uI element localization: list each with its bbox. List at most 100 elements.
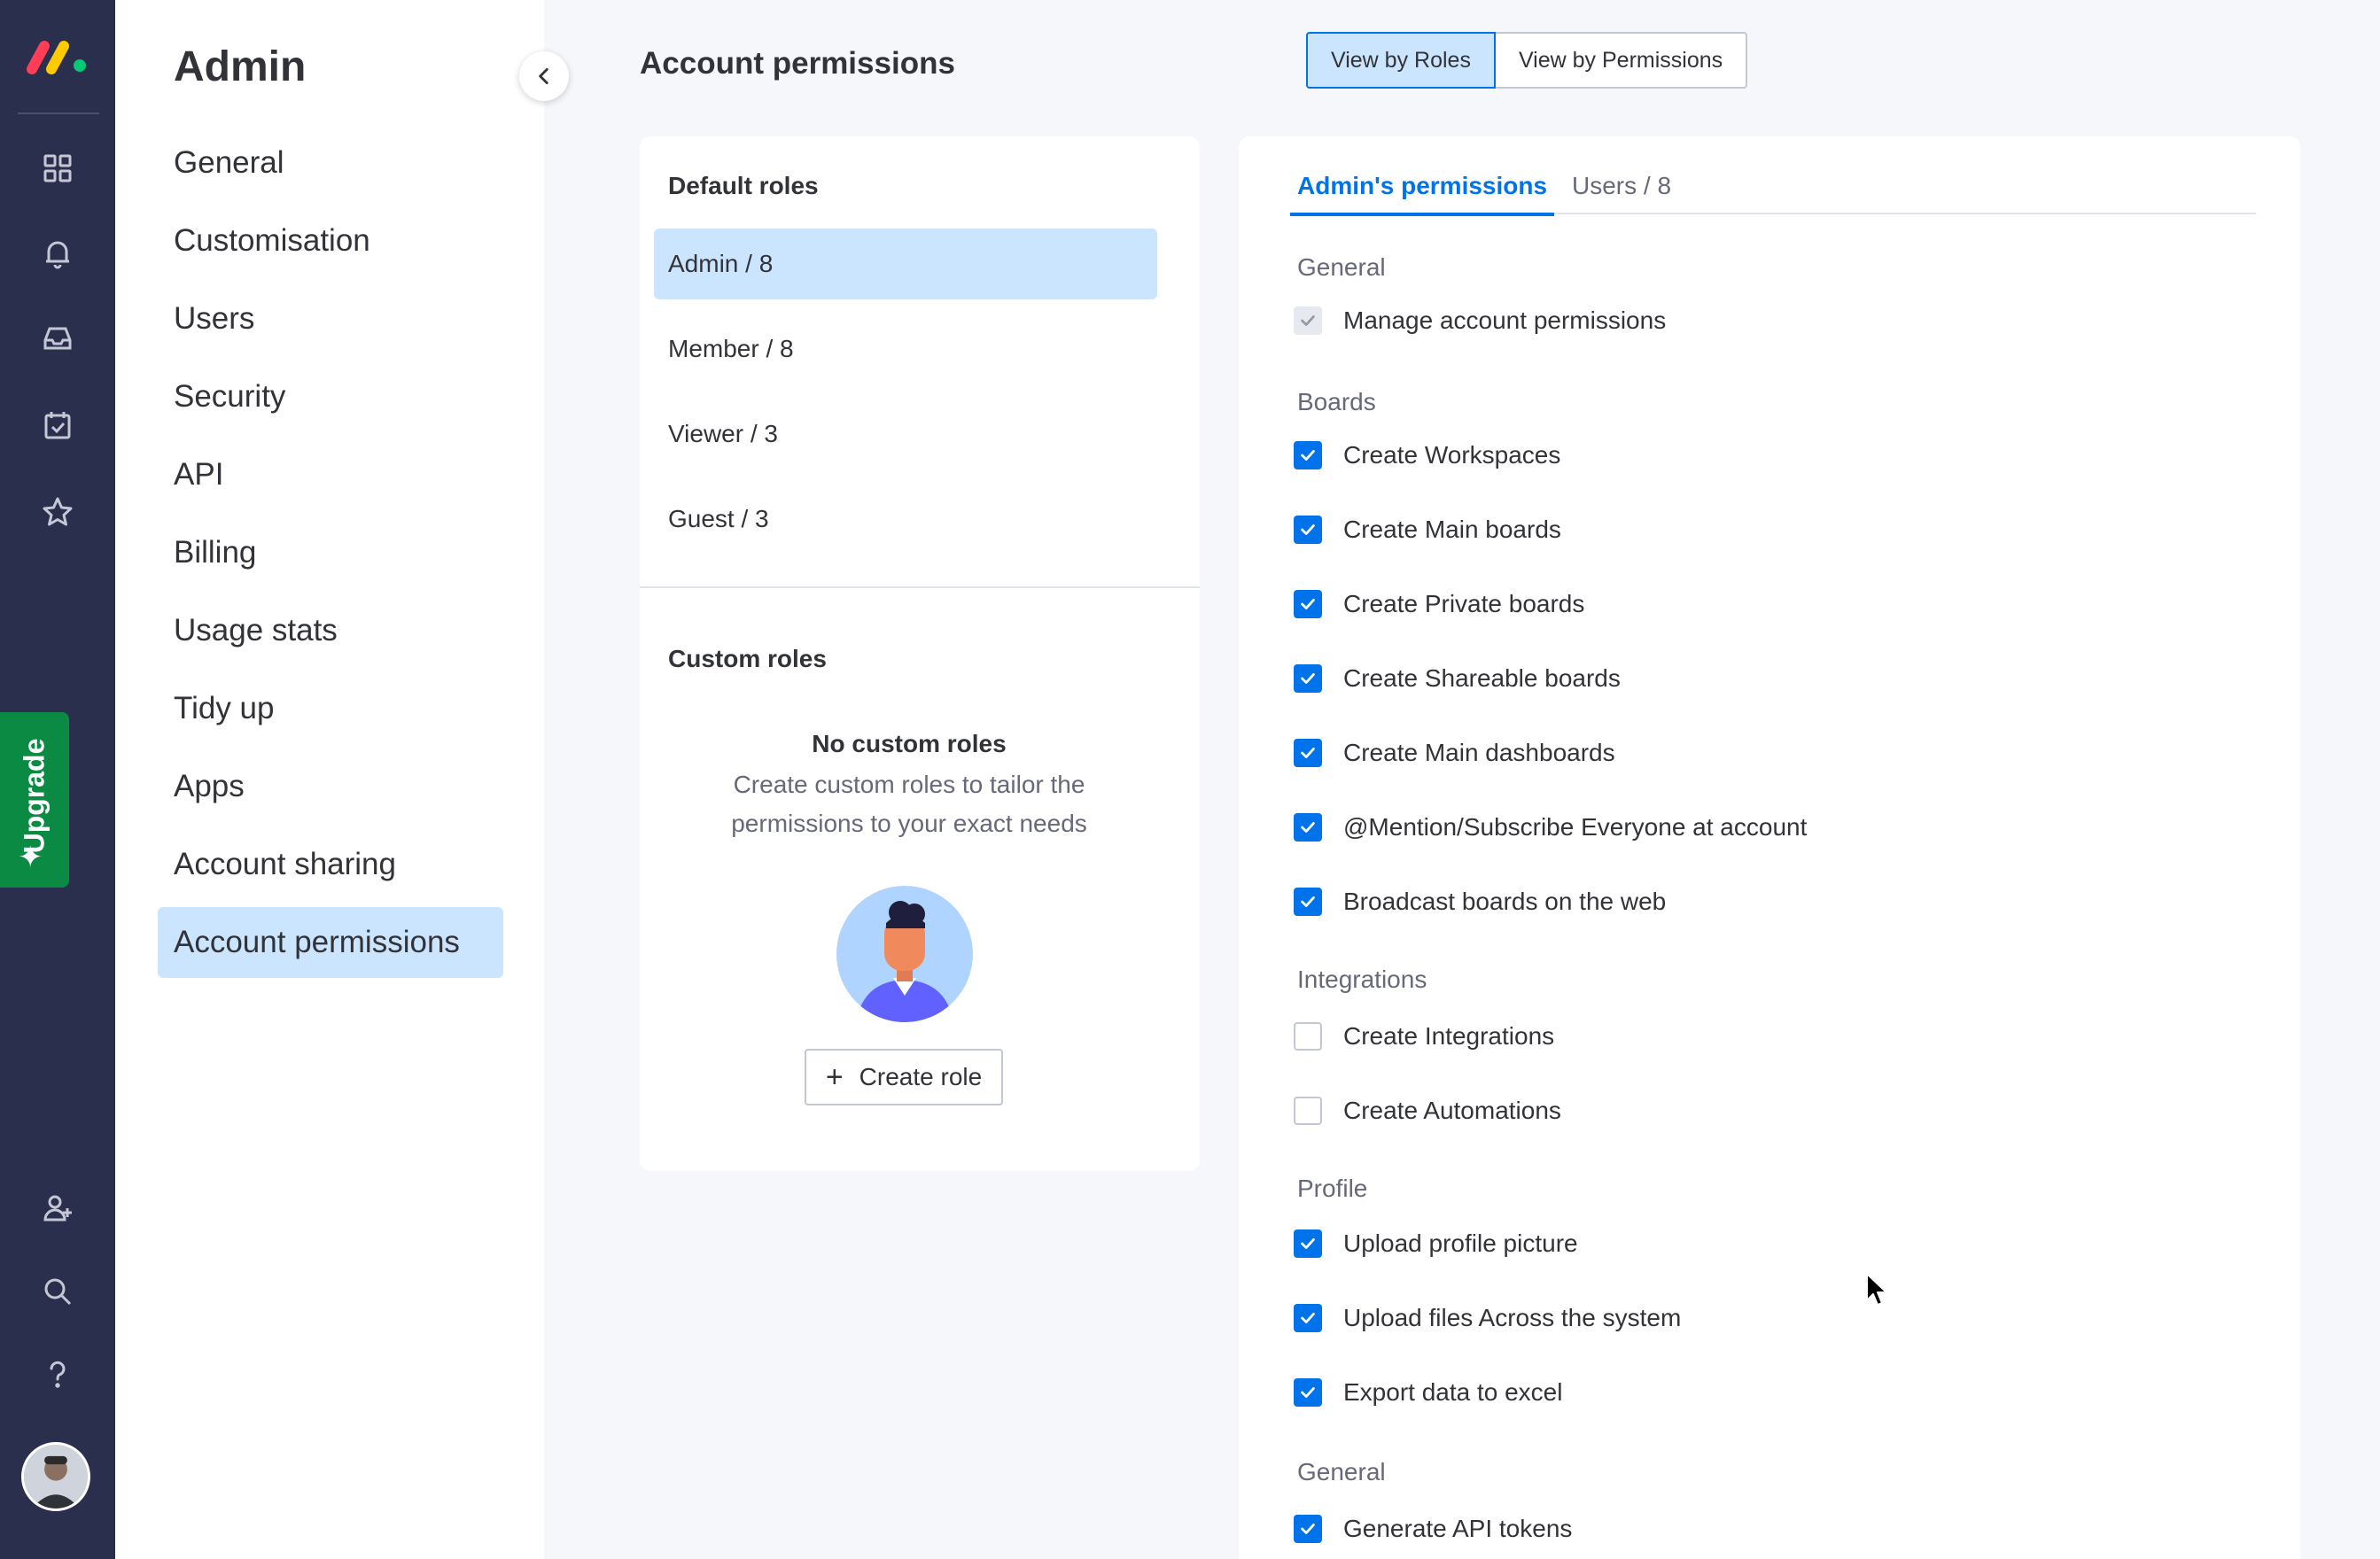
- permission-label: Create Workspaces: [1343, 441, 1561, 469]
- permission-label: Create Shareable boards: [1343, 664, 1621, 692]
- sidebar-item-label: Account sharing: [174, 847, 396, 881]
- upgrade-button[interactable]: Upgrade ✦: [0, 712, 69, 888]
- perm-upload-profile-picture[interactable]: Upload profile picture: [1294, 1226, 1578, 1261]
- perm-export-data-to-excel[interactable]: Export data to excel: [1294, 1375, 1562, 1410]
- role-item-viewer[interactable]: Viewer / 3: [654, 399, 1157, 469]
- upgrade-label: Upgrade: [18, 738, 51, 853]
- permission-label: Create Integrations: [1343, 1022, 1555, 1050]
- check-icon: [1301, 822, 1315, 833]
- tab-users[interactable]: Users / 8: [1565, 161, 1678, 214]
- sidebar-item-label: Customisation: [174, 223, 370, 258]
- notifications-button[interactable]: [31, 227, 84, 280]
- sidebar-item-general[interactable]: General: [158, 128, 503, 198]
- checkbox-disabled: [1294, 306, 1322, 335]
- plus-icon: +: [825, 1060, 844, 1094]
- perm-create-shareable-boards[interactable]: Create Shareable boards: [1294, 661, 1621, 696]
- my-work-button[interactable]: [31, 399, 84, 452]
- sidebar-item-label: Users: [174, 301, 255, 336]
- checkbox-checked[interactable]: [1294, 1378, 1322, 1407]
- perm-upload-files[interactable]: Upload files Across the system: [1294, 1300, 1681, 1336]
- view-by-roles-button[interactable]: View by Roles: [1306, 32, 1496, 89]
- perm-generate-api-tokens[interactable]: Generate API tokens: [1294, 1511, 1572, 1547]
- favorites-button[interactable]: [31, 485, 84, 539]
- search-button[interactable]: [31, 1265, 84, 1318]
- permission-label: Broadcast boards on the web: [1343, 888, 1667, 915]
- permissions-tabs: Admin's permissions Users / 8: [1290, 161, 2256, 216]
- sidebar-item-billing[interactable]: Billing: [158, 517, 503, 588]
- sidebar-item-security[interactable]: Security: [158, 361, 503, 432]
- perm-create-automations[interactable]: Create Automations: [1294, 1093, 1561, 1129]
- sidebar-item-users[interactable]: Users: [158, 283, 503, 354]
- sidebar-item-label: API: [174, 457, 224, 492]
- sidebar-item-api[interactable]: API: [158, 439, 503, 510]
- checkbox-checked[interactable]: [1294, 1304, 1322, 1332]
- role-item-guest[interactable]: Guest / 3: [654, 484, 1157, 555]
- checkbox-checked[interactable]: [1294, 590, 1322, 618]
- invite-user-icon: [43, 1195, 72, 1222]
- invite-members-button[interactable]: [31, 1182, 84, 1235]
- perm-mention-subscribe-everyone[interactable]: @Mention/Subscribe Everyone at account: [1294, 810, 1807, 845]
- checkbox-checked[interactable]: [1294, 664, 1322, 693]
- checkbox-checked[interactable]: [1294, 1229, 1322, 1258]
- empty-state-title: No custom roles: [812, 730, 1007, 757]
- permission-label: Create Main dashboards: [1343, 739, 1615, 766]
- check-icon: [1301, 1524, 1315, 1534]
- mouse-cursor-icon: [1866, 1273, 1887, 1306]
- empty-state-description: Create custom roles to tailor the permis…: [731, 771, 1087, 837]
- checkbox-unchecked[interactable]: [1294, 1022, 1322, 1051]
- permissions-panel: Admin's permissions Users / 8 General Ma…: [1239, 136, 2300, 1559]
- inbox-button[interactable]: [31, 312, 84, 365]
- workspaces-grid-button[interactable]: [31, 142, 84, 195]
- avatar[interactable]: [21, 1442, 90, 1511]
- roles-panel: Default roles Admin / 8 Member / 8 Viewe…: [640, 136, 1200, 1171]
- perm-create-main-dashboards[interactable]: Create Main dashboards: [1294, 735, 1615, 771]
- help-button[interactable]: [31, 1348, 84, 1401]
- view-by-permissions-button[interactable]: View by Permissions: [1495, 32, 1748, 89]
- create-role-button[interactable]: + Create role: [805, 1049, 1003, 1105]
- checkbox-checked[interactable]: [1294, 516, 1322, 544]
- checkbox-checked[interactable]: [1294, 1515, 1322, 1543]
- role-item-member[interactable]: Member / 8: [654, 314, 1157, 384]
- checkbox-checked[interactable]: [1294, 739, 1322, 767]
- permission-label: Export data to excel: [1343, 1378, 1563, 1406]
- check-icon: [1301, 673, 1315, 684]
- sidebar-item-customisation[interactable]: Customisation: [158, 206, 503, 276]
- tab-admins-permissions[interactable]: Admin's permissions: [1290, 161, 1555, 216]
- checkbox-unchecked[interactable]: [1294, 1097, 1322, 1125]
- perm-create-main-boards[interactable]: Create Main boards: [1294, 512, 1561, 547]
- check-icon: [1301, 524, 1315, 535]
- check-icon: [1301, 450, 1315, 461]
- section-label-boards: Boards: [1297, 388, 1376, 415]
- section-label-general: General: [1297, 253, 1386, 281]
- sidebar-item-account-permissions[interactable]: Account permissions: [158, 907, 503, 978]
- checkbox-checked[interactable]: [1294, 441, 1322, 469]
- perm-create-workspaces[interactable]: Create Workspaces: [1294, 438, 1560, 473]
- sidebar-item-account-sharing[interactable]: Account sharing: [158, 829, 503, 900]
- role-label: Admin / 8: [668, 250, 774, 277]
- perm-manage-account-permissions: Manage account permissions: [1294, 303, 1666, 338]
- checkbox-checked[interactable]: [1294, 813, 1322, 842]
- monday-logo[interactable]: [25, 35, 90, 76]
- checkbox-checked[interactable]: [1294, 888, 1322, 916]
- check-icon: [1301, 748, 1315, 758]
- star-icon: [43, 497, 73, 526]
- sidebar-item-apps[interactable]: Apps: [158, 751, 503, 822]
- sidebar-item-label: Billing: [174, 535, 257, 570]
- admin-sidebar: Admin General Customisation Users Securi…: [115, 0, 544, 1559]
- sidebar-item-tidy-up[interactable]: Tidy up: [158, 673, 503, 744]
- check-icon: [1301, 315, 1315, 326]
- sidebar-item-usage-stats[interactable]: Usage stats: [158, 595, 503, 666]
- sidebar-item-label: Account permissions: [174, 925, 460, 959]
- search-icon: [44, 1278, 72, 1306]
- chevron-left-icon: [539, 68, 548, 84]
- role-item-admin[interactable]: Admin / 8: [654, 229, 1157, 299]
- rail-divider: [18, 112, 99, 114]
- role-label: Guest / 3: [668, 505, 769, 532]
- perm-create-integrations[interactable]: Create Integrations: [1294, 1019, 1554, 1054]
- sidebar-item-label: Tidy up: [174, 691, 275, 725]
- collapse-sidebar-button[interactable]: [519, 51, 569, 101]
- perm-broadcast-boards[interactable]: Broadcast boards on the web: [1294, 884, 1666, 919]
- check-icon: [1301, 1387, 1315, 1398]
- permission-label: Create Private boards: [1343, 590, 1585, 617]
- perm-create-private-boards[interactable]: Create Private boards: [1294, 586, 1584, 622]
